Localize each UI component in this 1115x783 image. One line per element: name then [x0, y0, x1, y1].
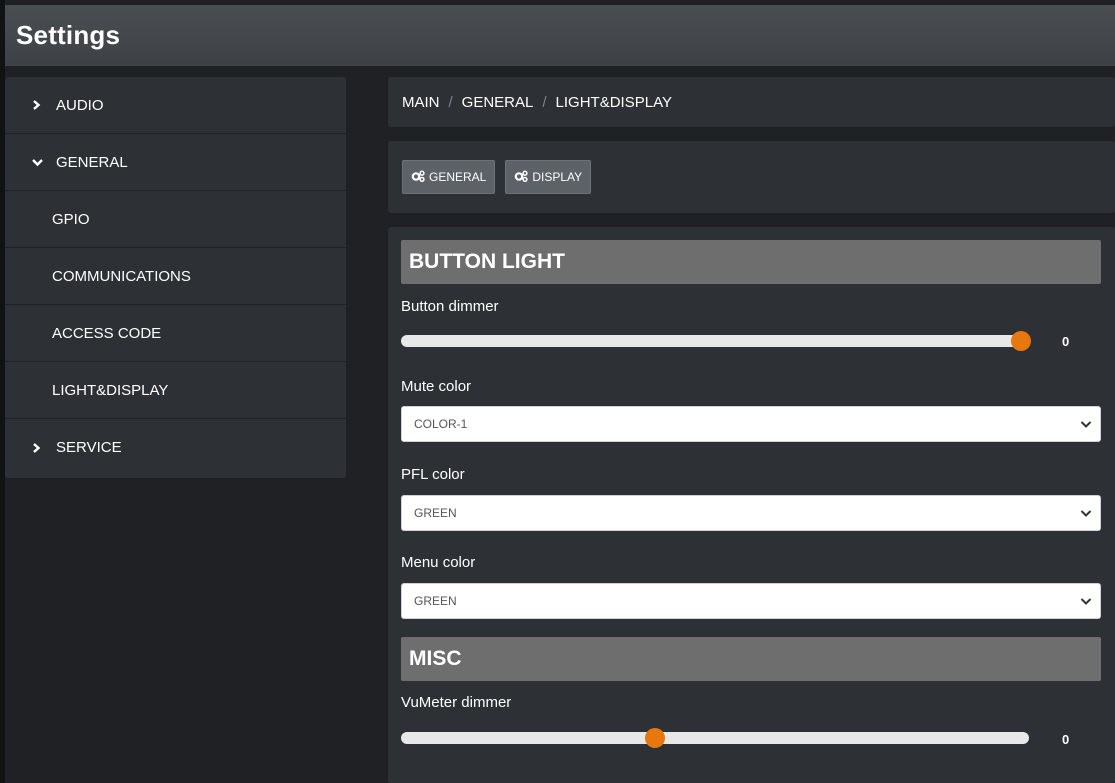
general-button-label: GENERAL	[429, 170, 487, 184]
section-heading-misc: MISC	[401, 637, 1101, 681]
sidebar-item-label: SERVICE	[56, 439, 122, 456]
sidebar-item-access-code[interactable]: ACCESS CODE	[5, 305, 346, 362]
vumeter-dimmer-label: VuMeter dimmer	[401, 694, 512, 711]
sidebar-item-label: GENERAL	[56, 153, 128, 171]
sidebar-item-service[interactable]: SERVICE	[5, 419, 346, 476]
sidebar-item-label: GPIO	[52, 210, 90, 228]
vumeter-dimmer-value: 0	[1062, 732, 1070, 747]
sidebar-item-label: AUDIO	[56, 96, 104, 114]
section-heading-button-light: BUTTON LIGHT	[401, 240, 1101, 284]
pfl-color-select[interactable]: GREEN	[401, 495, 1101, 531]
mute-color-value: COLOR-1	[414, 417, 468, 431]
breadcrumb-separator: /	[542, 93, 547, 111]
sidebar-item-general[interactable]: GENERAL	[5, 134, 346, 191]
vumeter-dimmer-thumb[interactable]	[645, 728, 665, 748]
sidebar-item-label: LIGHT&DISPLAY	[52, 381, 169, 399]
pfl-color-label: PFL color	[401, 466, 465, 483]
button-dimmer-label: Button dimmer	[401, 298, 499, 315]
breadcrumb-main[interactable]: MAIN	[402, 94, 440, 111]
breadcrumb-current: LIGHT&DISPLAY	[555, 93, 672, 111]
breadcrumb-separator: /	[448, 93, 453, 111]
chevron-right-icon	[32, 442, 56, 453]
pfl-color-value: GREEN	[414, 506, 457, 520]
button-dimmer-value: 0	[1062, 334, 1070, 349]
breadcrumb-general[interactable]: GENERAL	[462, 94, 534, 111]
mute-color-select[interactable]: COLOR-1	[401, 406, 1101, 442]
general-button[interactable]: GENERAL	[402, 160, 496, 194]
menu-color-value: GREEN	[414, 594, 457, 608]
sidebar-item-audio[interactable]: AUDIO	[5, 77, 346, 134]
chevron-down-icon	[32, 158, 56, 167]
mute-color-label: Mute color	[401, 378, 472, 395]
sidebar-item-gpio[interactable]: GPIO	[5, 191, 346, 248]
chevron-right-icon	[32, 100, 56, 110]
toolbar: GENERAL DISPLAY	[388, 141, 1115, 213]
cogs-icon	[411, 170, 425, 185]
settings-panel: BUTTON LIGHT Button dimmer 0 Mute color …	[388, 227, 1115, 783]
display-button-label: DISPLAY	[532, 170, 583, 184]
chevron-down-icon	[1080, 418, 1092, 432]
button-dimmer-thumb[interactable]	[1011, 331, 1031, 351]
chevron-down-icon	[1080, 507, 1092, 521]
sidebar-item-communications[interactable]: COMMUNICATIONS	[5, 248, 346, 305]
chevron-down-icon	[1080, 595, 1092, 609]
sidebar-item-label: COMMUNICATIONS	[52, 267, 191, 285]
menu-color-select[interactable]: GREEN	[401, 583, 1101, 619]
sidebar-item-label: ACCESS CODE	[52, 324, 162, 342]
breadcrumb: MAIN / GENERAL / LIGHT&DISPLAY	[388, 77, 1115, 127]
button-dimmer-slider[interactable]	[401, 335, 1029, 347]
app-title: Settings	[16, 20, 121, 50]
display-button[interactable]: DISPLAY	[505, 160, 592, 194]
sidebar-item-light-display[interactable]: LIGHT&DISPLAY	[5, 362, 346, 419]
vumeter-dimmer-slider[interactable]	[401, 732, 1029, 744]
menu-color-label: Menu color	[401, 554, 476, 571]
app-header: Settings	[5, 5, 1115, 66]
cogs-icon	[514, 170, 529, 185]
sidebar: AUDIO GENERAL GPIO COMMUNICATIONS ACCESS…	[5, 77, 346, 478]
